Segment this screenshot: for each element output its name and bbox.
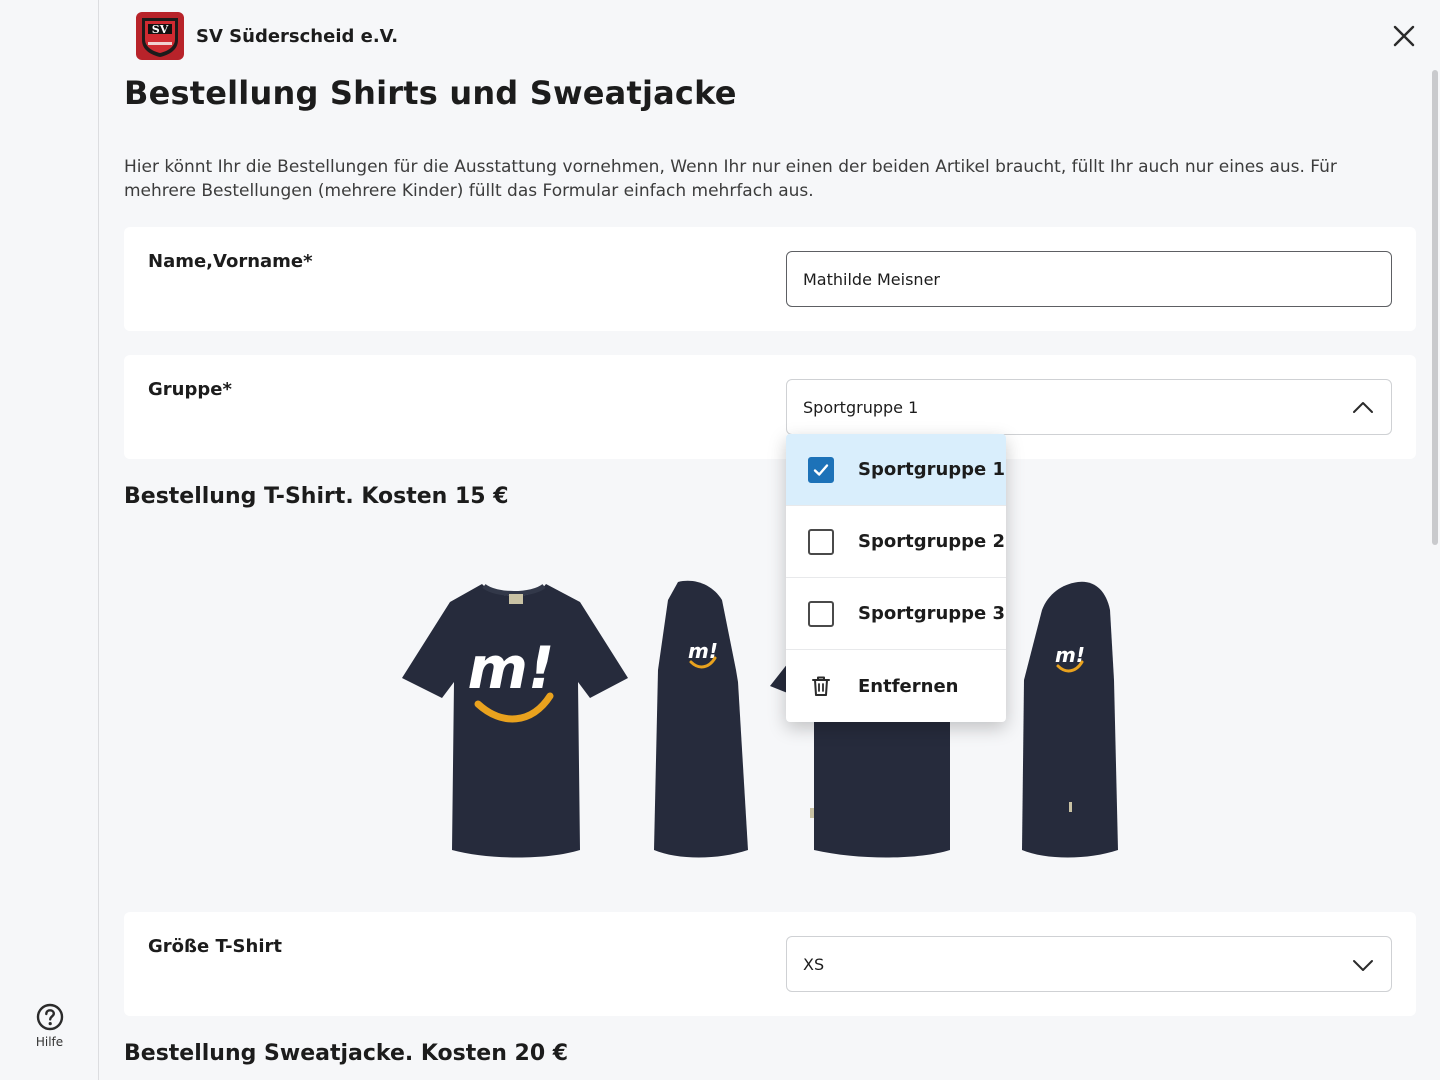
checkbox-icon[interactable] — [808, 528, 834, 555]
chevron-down-icon[interactable] — [1351, 953, 1375, 977]
name-label: Name,Vorname* — [148, 251, 313, 272]
sweatjacket-section-title: Bestellung Sweatjacke. Kosten 20 € — [124, 1041, 569, 1066]
checkbox-checked-icon[interactable] — [808, 456, 834, 483]
group-dropdown-menu: Sportgruppe 1 Sportgruppe 2 Sportgruppe … — [786, 434, 1006, 722]
tshirt-section-title: Bestellung T-Shirt. Kosten 15 € — [124, 484, 509, 509]
dropdown-option-sportgruppe-3[interactable]: Sportgruppe 3 — [786, 578, 1006, 650]
tshirt-size-card: Größe T-Shirt XS — [124, 912, 1416, 1016]
dropdown-option-sportgruppe-2[interactable]: Sportgruppe 2 — [786, 506, 1006, 578]
name-input[interactable]: Mathilde Meisner — [786, 251, 1392, 307]
tshirt-side-view-right: m! — [1022, 581, 1118, 858]
tshirt-size-label: Größe T-Shirt — [148, 936, 282, 957]
help-button[interactable]: Hilfe — [0, 1000, 99, 1049]
dropdown-remove-label: Entfernen — [858, 675, 959, 697]
svg-text:m!: m! — [468, 634, 555, 702]
dropdown-option-label: Sportgruppe 1 — [858, 459, 1006, 480]
tshirt-side-view-left: m! — [654, 580, 748, 858]
tshirt-front-view: m! — [402, 583, 628, 858]
dropdown-option-sportgruppe-1[interactable]: Sportgruppe 1 — [786, 434, 1006, 506]
group-select-value: Sportgruppe 1 — [803, 397, 919, 417]
dropdown-option-label: Sportgruppe 2 — [858, 531, 1006, 552]
name-input-value: Mathilde Meisner — [803, 269, 940, 289]
help-label: Hilfe — [35, 1035, 64, 1049]
dropdown-option-label: Sportgruppe 3 — [858, 603, 1006, 624]
dropdown-remove-option[interactable]: Entfernen — [786, 650, 1006, 722]
chevron-up-icon[interactable] — [1351, 396, 1375, 420]
group-card: Gruppe* Sportgruppe 1 — [124, 355, 1416, 459]
tshirt-size-value: XS — [803, 954, 825, 974]
close-icon[interactable] — [1388, 20, 1420, 52]
group-select[interactable]: Sportgruppe 1 — [786, 379, 1392, 435]
club-logo: SV — [136, 12, 184, 60]
scrollbar[interactable] — [1432, 70, 1440, 1080]
page-title: Bestellung Shirts und Sweatjacke — [124, 74, 737, 112]
left-sidebar: Hilfe — [0, 0, 99, 1080]
trash-icon — [812, 676, 830, 696]
scrollbar-thumb[interactable] — [1432, 70, 1438, 545]
help-icon[interactable] — [36, 1003, 64, 1031]
svg-text:SV: SV — [152, 23, 169, 36]
tshirt-size-select[interactable]: XS — [786, 936, 1392, 992]
header: SV SV Süderscheid e.V. — [136, 12, 398, 60]
organization-name: SV Süderscheid e.V. — [196, 25, 399, 47]
intro-text: Hier könnt Ihr die Bestellungen für die … — [124, 157, 1337, 201]
group-label: Gruppe* — [148, 379, 232, 400]
checkbox-icon[interactable] — [808, 600, 834, 627]
name-card: Name,Vorname* Mathilde Meisner — [124, 227, 1416, 331]
tshirt-product-image: m! m! m! — [402, 580, 1118, 858]
